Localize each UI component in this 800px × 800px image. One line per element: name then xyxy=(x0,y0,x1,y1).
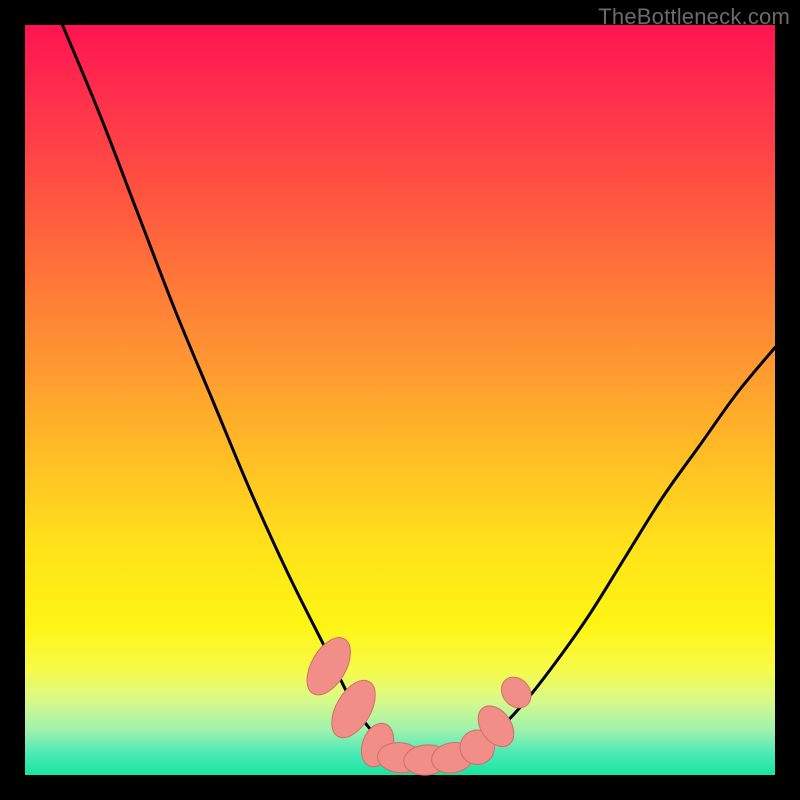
watermark-text: TheBottleneck.com xyxy=(598,4,790,30)
chart-frame: TheBottleneck.com xyxy=(0,0,800,800)
chart-curves xyxy=(63,25,776,761)
chart-svg xyxy=(25,25,775,775)
marker-8 xyxy=(495,671,537,714)
curve-right-curve xyxy=(423,348,776,761)
curve-left-curve xyxy=(63,25,423,761)
chart-markers xyxy=(298,630,537,777)
chart-plot-area xyxy=(25,25,775,775)
